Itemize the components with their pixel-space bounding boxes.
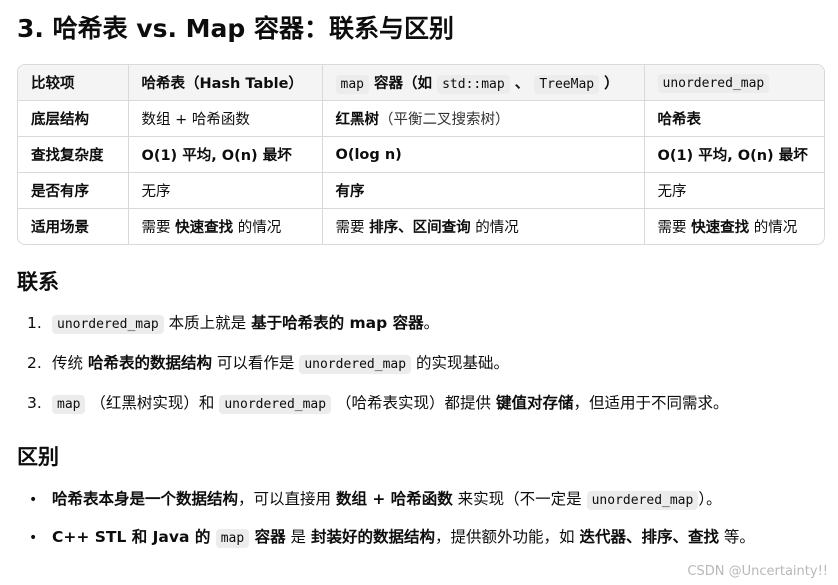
- table-row: 适用场景 需要 快速查找 的情况 需要 排序、区间查询 的情况 需要 快速查找 …: [18, 208, 824, 244]
- cell-hash: 需要 快速查找 的情况: [128, 208, 323, 244]
- list-item: 3. map （红黑树实现）和 unordered_map （哈希表实现）都提供 …: [27, 394, 729, 414]
- comparison-table: 比较项 哈希表（Hash Table） map 容器（如 std::map 、 …: [17, 64, 825, 245]
- diff-heading: 区别: [17, 445, 59, 469]
- table-row: 底层结构 数组 + 哈希函数 红黑树（平衡二叉搜索树） 哈希表: [18, 100, 824, 137]
- code-treemap: TreeMap: [534, 75, 600, 94]
- list-item: 1. unordered_map 本质上就是 基于哈希表的 map 容器。: [27, 314, 440, 334]
- row-label: 底层结构: [18, 100, 129, 137]
- code-unordered-map: unordered_map: [657, 73, 770, 93]
- list-item: • C++ STL 和 Java 的 map 容器 是 封装好的数据结构，提供额外…: [17, 520, 755, 558]
- cell-map: 红黑树（平衡二叉搜索树）: [322, 100, 645, 137]
- list-item: 2. 传统 哈希表的数据结构 可以看作是 unordered_map 的实现基础。: [27, 354, 509, 374]
- header-map-container: map 容器（如 std::map 、 TreeMap ）: [322, 65, 645, 101]
- code-std-map: std::map: [437, 75, 510, 94]
- bullet-icon: •: [29, 530, 38, 546]
- row-label: 适用场景: [18, 208, 129, 244]
- cell-unordered: O(1) 平均, O(n) 最坏: [644, 136, 824, 173]
- links-heading: 联系: [17, 270, 59, 294]
- row-label: 是否有序: [18, 172, 129, 209]
- table-header-row: 比较项 哈希表（Hash Table） map 容器（如 std::map 、 …: [18, 65, 824, 101]
- table-row: 查找复杂度 O(1) 平均, O(n) 最坏 O(log n) O(1) 平均,…: [18, 136, 824, 173]
- code-map: map: [335, 75, 369, 94]
- header-hash-table: 哈希表（Hash Table）: [128, 65, 323, 101]
- cell-unordered: 需要 快速查找 的情况: [657, 220, 798, 236]
- header-compare-item: 比较项: [18, 65, 129, 101]
- cell-map: 有序: [322, 172, 645, 209]
- cell-map: 需要 排序、区间查询 的情况: [322, 208, 645, 244]
- cell-hash: O(1) 平均, O(n) 最坏: [128, 136, 323, 173]
- bullet-icon: •: [29, 492, 38, 508]
- cell-hash: 无序: [128, 172, 323, 209]
- section-title: 3. 哈希表 vs. Map 容器：联系与区别: [17, 14, 455, 43]
- cell-hash: 数组 + 哈希函数: [128, 100, 323, 137]
- row-label: 查找复杂度: [18, 136, 129, 173]
- list-item: • 哈希表本身是一个数据结构，可以直接用 数组 + 哈希函数 来实现（不一定是 u…: [17, 482, 755, 520]
- cell-unordered: 无序: [644, 172, 824, 209]
- header-unordered-map: unordered_map: [644, 65, 824, 101]
- links-list: 1. unordered_map 本质上就是 基于哈希表的 map 容器。 2. 传…: [17, 306, 728, 426]
- diff-list: • 哈希表本身是一个数据结构，可以直接用 数组 + 哈希函数 来实现（不一定是 u…: [17, 482, 755, 558]
- cell-map: O(log n): [322, 136, 645, 173]
- cell-unordered: 哈希表: [644, 100, 824, 137]
- watermark: CSDN @Uncertainty!!: [687, 564, 828, 579]
- table-row: 是否有序 无序 有序 无序: [18, 172, 824, 209]
